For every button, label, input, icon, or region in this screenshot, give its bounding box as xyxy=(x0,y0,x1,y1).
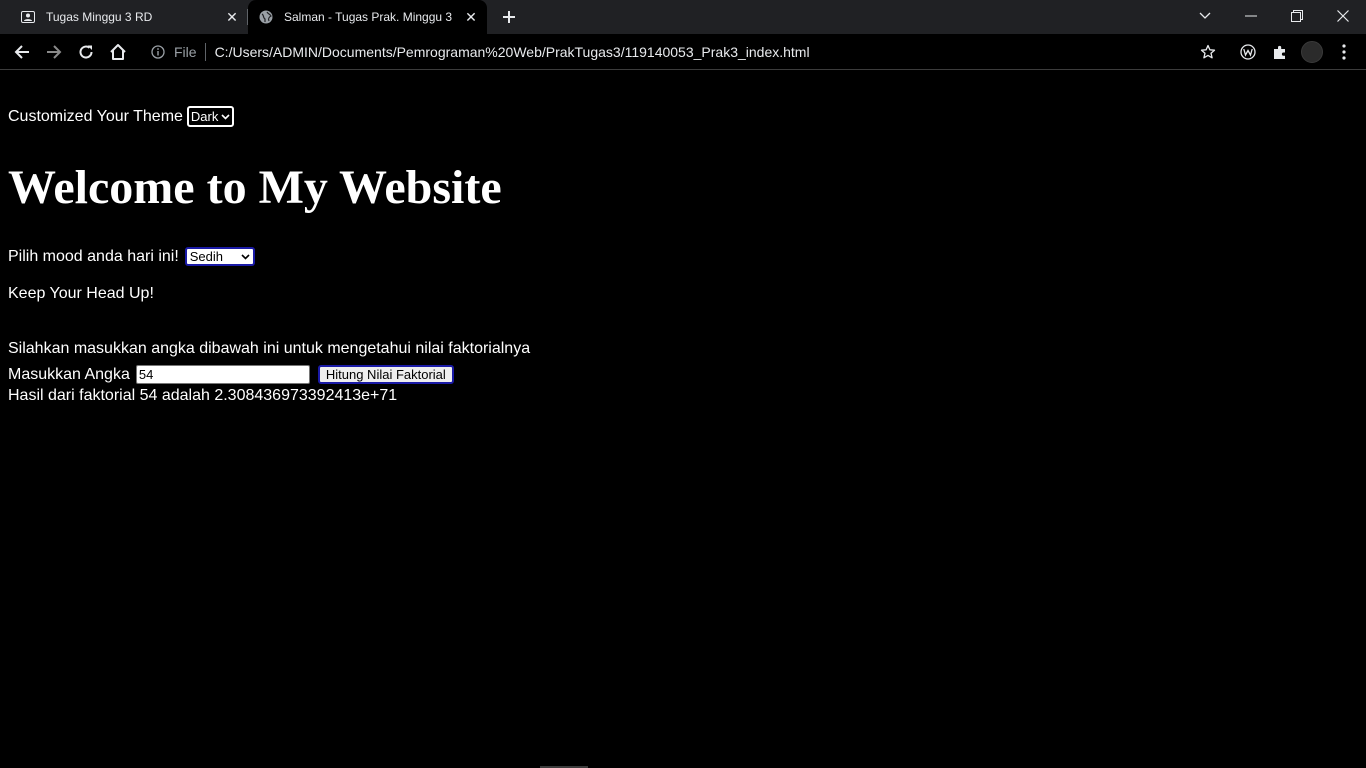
restore-button[interactable] xyxy=(1274,0,1320,32)
browser-toolbar: File C:/Users/ADMIN/Documents/Pemrograma… xyxy=(0,34,1366,70)
reload-icon xyxy=(79,45,93,59)
close-icon[interactable]: ✕ xyxy=(463,9,479,25)
theme-select[interactable]: Dark xyxy=(186,106,235,127)
plus-icon xyxy=(503,11,515,23)
browser-tab-strip: Tugas Minggu 3 RD ✕ Salman - Tugas Prak.… xyxy=(0,0,1366,34)
mood-message: Keep Your Head Up! xyxy=(8,285,154,302)
arrow-left-icon xyxy=(14,45,29,59)
w-extension-icon xyxy=(1240,44,1256,60)
chevron-down-icon xyxy=(1199,12,1211,19)
number-input[interactable]: 54 xyxy=(135,365,310,384)
factorial-intro: Silahkan masukkan angka dibawah ini untu… xyxy=(8,340,531,357)
tab-tugas-minggu-3-rd[interactable]: Tugas Minggu 3 RD ✕ xyxy=(10,0,248,34)
theme-select-value: Dark xyxy=(190,109,219,124)
menu-button[interactable] xyxy=(1330,38,1358,66)
restore-icon xyxy=(1291,10,1303,22)
puzzle-icon xyxy=(1274,45,1285,59)
arrow-right-icon xyxy=(47,45,62,59)
forward-button[interactable] xyxy=(40,38,68,66)
mood-row: Pilih mood anda hari ini! Sedih xyxy=(8,247,255,266)
kebab-menu-icon xyxy=(1342,44,1346,60)
extensions-button[interactable] xyxy=(1266,38,1294,66)
info-icon[interactable] xyxy=(148,42,168,62)
url-text[interactable]: C:/Users/ADMIN/Documents/Pemrograman%20W… xyxy=(215,44,810,60)
back-button[interactable] xyxy=(8,38,36,66)
factorial-row: Masukkan Angka 54 Hitung Nilai Faktorial xyxy=(8,365,454,384)
home-icon xyxy=(110,44,126,60)
page-content: Customized Your Theme Dark Welcome to My… xyxy=(0,71,1366,768)
close-icon[interactable]: ✕ xyxy=(224,9,240,25)
globe-icon xyxy=(258,9,274,25)
factorial-label: Masukkan Angka xyxy=(8,365,130,383)
url-divider xyxy=(204,43,206,61)
close-icon xyxy=(1337,10,1349,22)
tab-search-button[interactable] xyxy=(1182,0,1228,32)
star-icon xyxy=(1200,44,1216,59)
tab-title: Tugas Minggu 3 RD xyxy=(46,10,153,24)
mood-select[interactable]: Sedih xyxy=(184,247,255,266)
reload-button[interactable] xyxy=(72,38,100,66)
profile-button[interactable] xyxy=(1298,38,1326,66)
minimize-icon xyxy=(1245,15,1257,17)
url-scheme-label: File xyxy=(174,44,197,60)
minimize-button[interactable] xyxy=(1228,0,1274,32)
chevron-down-icon xyxy=(241,253,250,260)
factorial-result: Hasil dari faktorial 54 adalah 2.3084369… xyxy=(8,387,398,404)
avatar xyxy=(1301,41,1323,63)
home-button[interactable] xyxy=(104,38,132,66)
mood-select-value: Sedih xyxy=(189,249,224,264)
calculate-factorial-button[interactable]: Hitung Nilai Faktorial xyxy=(317,365,454,384)
theme-row: Customized Your Theme Dark xyxy=(8,106,235,127)
theme-label: Customized Your Theme xyxy=(8,107,183,125)
contact-card-icon xyxy=(20,9,36,25)
page-title: Welcome to My Website xyxy=(8,161,502,214)
chevron-down-icon xyxy=(221,113,230,120)
extension-w-button[interactable] xyxy=(1234,38,1262,66)
tab-title: Salman - Tugas Prak. Minggu 3 xyxy=(284,10,453,24)
close-window-button[interactable] xyxy=(1320,0,1366,32)
mood-label: Pilih mood anda hari ini! xyxy=(8,247,179,265)
address-bar[interactable]: File C:/Users/ADMIN/Documents/Pemrograma… xyxy=(140,38,1192,66)
new-tab-button[interactable] xyxy=(498,6,520,28)
tab-salman-tugas-prak[interactable]: Salman - Tugas Prak. Minggu 3 ✕ xyxy=(248,0,487,34)
bookmark-button[interactable] xyxy=(1194,38,1222,66)
